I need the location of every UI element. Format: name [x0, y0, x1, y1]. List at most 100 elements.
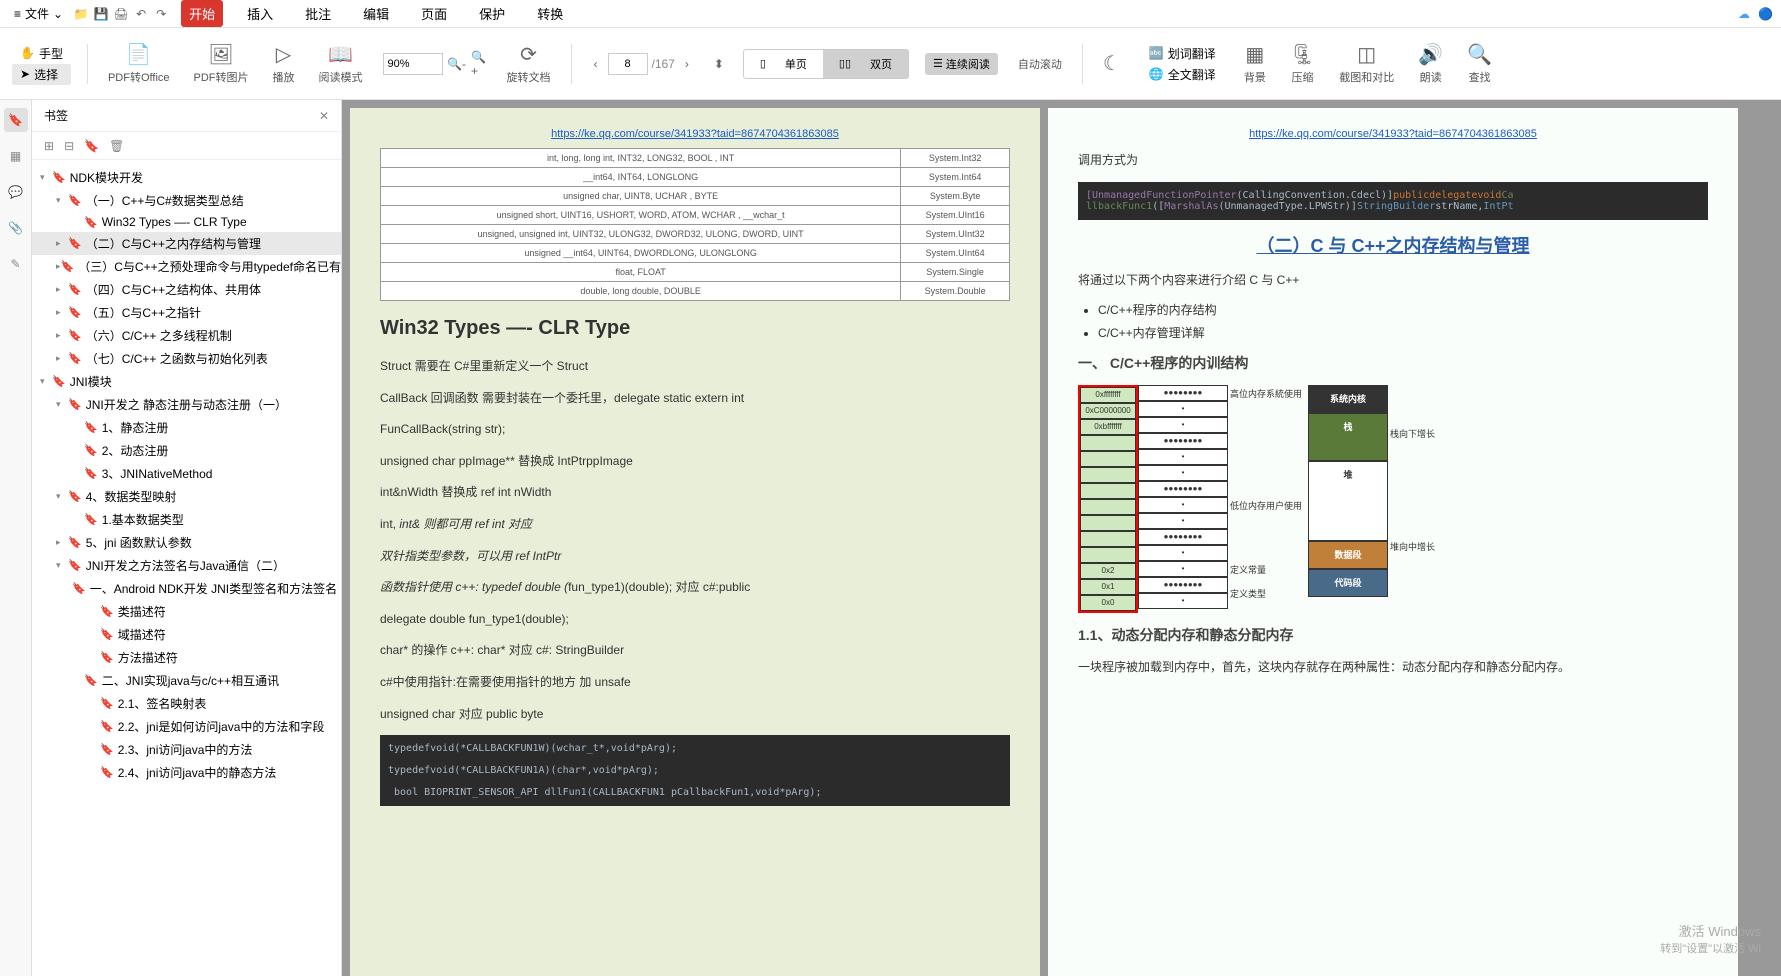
bookmark-item[interactable]: 🔖2.1、签名映射表	[32, 692, 341, 715]
double-label: 双页	[862, 53, 900, 75]
bullet-list: C/C++程序的内存结构 C/C++内存管理详解	[1098, 301, 1708, 341]
pdf-office-button[interactable]: 📄PDF转Office	[104, 38, 174, 89]
menu-tab-6[interactable]: 转换	[529, 0, 571, 27]
bookmark-item[interactable]: ▸🔖（六）C/C++ 之多线程机制	[32, 324, 341, 347]
bg-button[interactable]: ▦背景	[1240, 38, 1270, 89]
single-label: 单页	[777, 53, 815, 75]
bg-label: 背景	[1244, 69, 1266, 85]
single-page[interactable]: ▯单页	[744, 50, 823, 78]
crop-icon: ◫	[1357, 42, 1376, 67]
bookmark-item[interactable]: 🔖一、Android NDK开发 JNI类型签名和方法签名	[32, 577, 341, 600]
signature-tab-icon[interactable]: ✎	[4, 252, 28, 276]
hand-icon: ✋	[20, 46, 35, 60]
bookmark-item[interactable]: ▸🔖（四）C与C++之结构体、共用体	[32, 278, 341, 301]
compress-button[interactable]: 🗜压缩	[1286, 38, 1319, 89]
translate-icon: 🔤	[1149, 46, 1164, 60]
read-mode-button[interactable]: 📖阅读模式	[315, 38, 367, 89]
menu-tab-3[interactable]: 编辑	[355, 0, 397, 27]
bookmark-item[interactable]: 🔖1.基本数据类型	[32, 508, 341, 531]
bookmark-item[interactable]: 🔖方法描述符	[32, 646, 341, 669]
open-icon[interactable]: 📁	[73, 6, 89, 22]
auto-scroll-label: 自动滚动	[1018, 56, 1062, 72]
bookmark-item[interactable]: 🔖1、静态注册	[32, 416, 341, 439]
full-translate[interactable]: 🌐全文翻译	[1141, 64, 1224, 85]
speak-button[interactable]: 🔊朗读	[1414, 38, 1447, 89]
bookmark-item[interactable]: ▸🔖5、jni 函数默认参数	[32, 531, 341, 554]
cursor-icon: ➤	[20, 67, 30, 81]
bookmark-item[interactable]: 🔖2、动态注册	[32, 439, 341, 462]
bookmark-item[interactable]: ▾🔖4、数据类型映射	[32, 485, 341, 508]
course-link[interactable]: https://ke.qq.com/course/341933?taid=867…	[1078, 128, 1708, 140]
bookmark-tree: ▾🔖NDK模块开发▾🔖（一）C++与C#数据类型总结🔖Win32 Types —…	[32, 160, 341, 976]
comment-tab-icon[interactable]: 💬	[4, 180, 28, 204]
bookmark-item[interactable]: ▾🔖JNI开发之方法签名与Java通信（二）	[32, 554, 341, 577]
document-view[interactable]: https://ke.qq.com/course/341933?taid=867…	[342, 100, 1781, 976]
attachment-tab-icon[interactable]: 📎	[4, 216, 28, 240]
moon-icon: ☾	[1103, 51, 1121, 76]
hand-mode[interactable]: ✋ 手型	[12, 43, 71, 64]
select-mode[interactable]: ➤选择	[12, 64, 71, 85]
zoom-select[interactable]	[383, 53, 443, 75]
auto-scroll-button[interactable]: 自动滚动	[1014, 52, 1066, 76]
cloud-icon[interactable]: ☁	[1738, 7, 1750, 21]
bookmark-item[interactable]: 🔖2.2、jni是如何访问java中的方法和字段	[32, 715, 341, 738]
word-translate[interactable]: 🔤 划词翻译	[1141, 43, 1224, 64]
bookmark-item[interactable]: 🔖Win32 Types —- CLR Type	[32, 212, 341, 232]
compress-icon: 🗜	[1290, 42, 1315, 67]
expand-all-icon[interactable]: ⊞	[44, 139, 54, 153]
bookmark-item[interactable]: ▾🔖JNI开发之 静态注册与动态注册（一）	[32, 393, 341, 416]
fit-icon[interactable]: ⬍	[711, 56, 727, 72]
bookmark-item[interactable]: 🔖类描述符	[32, 600, 341, 623]
bookmark-item[interactable]: 🔖2.4、jni访问java中的静态方法	[32, 761, 341, 784]
prev-page-icon[interactable]: ‹	[588, 56, 604, 72]
next-page-icon[interactable]: ›	[679, 56, 695, 72]
rotate-icon: ⟳	[520, 42, 537, 67]
file-menu[interactable]: ≡ 文件 ⌄	[8, 3, 69, 24]
continuous-read[interactable]: ☰连续阅读	[925, 53, 998, 75]
bookmark-add-icon[interactable]: 🔖	[84, 139, 99, 153]
sync-icon[interactable]: 🔵	[1758, 7, 1773, 21]
menu-tab-4[interactable]: 页面	[413, 0, 455, 27]
collapse-all-icon[interactable]: ⊟	[64, 139, 74, 153]
close-icon[interactable]: ✕	[319, 109, 329, 123]
zoom-in-icon[interactable]: 🔍+	[471, 56, 487, 72]
types-table: int, long, long int, INT32, LONG32, BOOL…	[380, 148, 1010, 301]
zoom-out-icon[interactable]: 🔍-	[449, 56, 465, 72]
bookmark-item[interactable]: ▸🔖（七）C/C++ 之函数与初始化列表	[32, 347, 341, 370]
bookmark-item[interactable]: 🔖域描述符	[32, 623, 341, 646]
bookmark-del-icon[interactable]: 🗑	[109, 139, 124, 153]
menu-tab-1[interactable]: 插入	[239, 0, 281, 27]
bookmark-tab-icon[interactable]: 🔖	[4, 108, 28, 132]
bookmark-item[interactable]: 🔖二、JNI实现java与c/c++相互通讯	[32, 669, 341, 692]
bookmark-item[interactable]: 🔖3、JNINativeMethod	[32, 462, 341, 485]
rotate-button[interactable]: ⟳旋转文档	[503, 38, 555, 89]
bookmark-item[interactable]: ▸🔖（五）C与C++之指针	[32, 301, 341, 324]
bookmark-item[interactable]: ▸🔖（三）C与C++之预处理命令与用typedef命名已有类型	[32, 255, 341, 278]
list-item: C/C++程序的内存结构	[1098, 301, 1708, 318]
play-button[interactable]: ▷播放	[269, 38, 299, 89]
word-trans-label: 划词翻译	[1168, 45, 1216, 62]
print-icon[interactable]: 🖨	[113, 6, 129, 22]
find-button[interactable]: 🔍查找	[1463, 38, 1496, 89]
menu-tab-0[interactable]: 开始	[181, 0, 223, 27]
bookmark-item[interactable]: ▾🔖JNI模块	[32, 370, 341, 393]
read-mode-label: 阅读模式	[319, 69, 363, 85]
save-icon[interactable]: 💾	[93, 6, 109, 22]
screenshot-button[interactable]: ◫截图和对比	[1335, 38, 1398, 89]
pdf-image-button[interactable]: 🖼PDF转图片	[190, 38, 253, 89]
hand-label: 手型	[39, 45, 63, 62]
bookmark-item[interactable]: ▾🔖（一）C++与C#数据类型总结	[32, 189, 341, 212]
redo-icon[interactable]: ↷	[153, 6, 169, 22]
bookmark-item[interactable]: 🔖2.3、jni访问java中的方法	[32, 738, 341, 761]
thumbnail-tab-icon[interactable]: ▦	[4, 144, 28, 168]
menu-tab-2[interactable]: 批注	[297, 0, 339, 27]
undo-icon[interactable]: ↶	[133, 6, 149, 22]
heading: 1.1、动态分配内存和静态分配内存	[1078, 625, 1708, 645]
moon-button[interactable]: ☾	[1099, 47, 1125, 80]
page-input[interactable]	[608, 53, 648, 75]
bookmark-item[interactable]: ▸🔖（二）C与C++之内存结构与管理	[32, 232, 341, 255]
course-link[interactable]: https://ke.qq.com/course/341933?taid=867…	[380, 128, 1010, 140]
double-page[interactable]: ▯▯双页	[823, 50, 908, 78]
bookmark-item[interactable]: ▾🔖NDK模块开发	[32, 166, 341, 189]
menu-tab-5[interactable]: 保护	[471, 0, 513, 27]
